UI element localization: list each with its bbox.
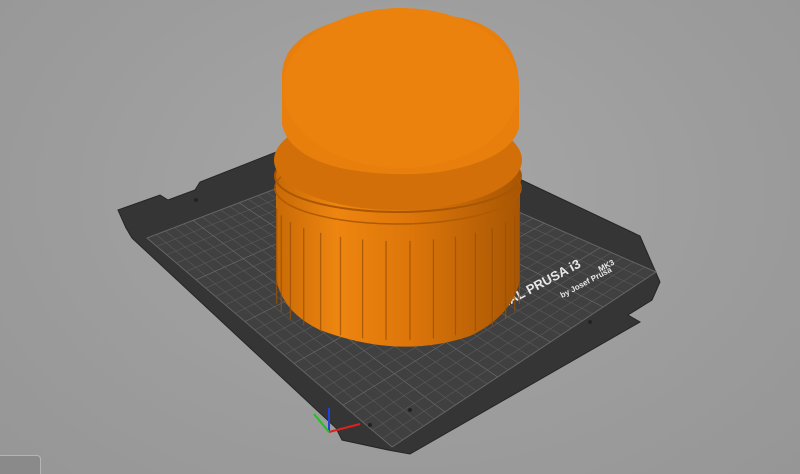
view-toggle-icon[interactable] bbox=[0, 455, 41, 474]
scene-canvas[interactable]: ORIGINAL PRUSA i3 MK3 by Josef Prusa bbox=[0, 0, 800, 474]
model-jar-lid[interactable] bbox=[274, 8, 522, 347]
bed-screw bbox=[408, 408, 412, 412]
bed-screw bbox=[368, 423, 372, 427]
3d-viewport[interactable]: ORIGINAL PRUSA i3 MK3 by Josef Prusa bbox=[0, 0, 800, 474]
bed-screw bbox=[194, 198, 198, 202]
model-top-face bbox=[283, 8, 519, 168]
bed-screw bbox=[588, 320, 592, 324]
